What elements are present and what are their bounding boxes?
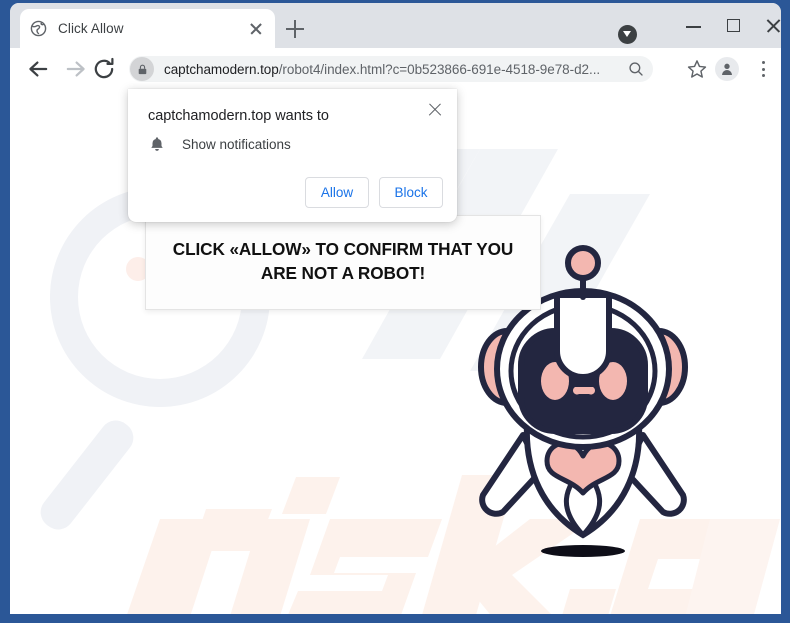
url-path: /robot4/index.html?c=0b523866-691e-4518-…: [278, 61, 601, 77]
address-bar[interactable]: captchamodern.top/robot4/index.html?c=0b…: [129, 56, 653, 82]
globe-icon: [30, 20, 47, 37]
arrow-left-icon: [29, 61, 48, 77]
download-icon[interactable]: [618, 25, 637, 44]
tab-click-allow[interactable]: Click Allow: [20, 9, 275, 48]
new-tab-button[interactable]: [282, 16, 308, 42]
back-button[interactable]: [24, 55, 52, 83]
speech-bubble-line-1: CLICK «ALLOW» TO CONFIRM THAT YOU: [172, 239, 514, 259]
menu-dot: [762, 61, 766, 65]
arrow-right-icon: [66, 61, 85, 77]
browser-menu-button[interactable]: [752, 57, 774, 81]
search-icon[interactable]: [627, 60, 645, 78]
allow-button[interactable]: Allow: [305, 177, 369, 208]
address-bar-text: captchamodern.top/robot4/index.html?c=0b…: [164, 62, 653, 77]
speech-bubble: CLICK «ALLOW» TO CONFIRM THAT YOU ARE NO…: [145, 215, 541, 310]
permission-request-row: Show notifications: [148, 135, 291, 153]
window-maximize-button[interactable]: [712, 11, 756, 41]
close-icon[interactable]: [247, 20, 265, 38]
browser-toolbar: captchamodern.top/robot4/index.html?c=0b…: [10, 48, 781, 90]
mascot-mouth: [572, 387, 596, 395]
mascot-shadow: [541, 545, 625, 557]
mascot-antenna-ball: [565, 245, 601, 281]
avatar[interactable]: [715, 57, 739, 81]
reload-icon: [94, 57, 114, 79]
browser-window: Click Allow captchamodern.top/robot4/ind…: [0, 0, 790, 623]
menu-dot: [762, 74, 766, 78]
block-button[interactable]: Block: [379, 177, 443, 208]
permission-dialog-title: captchamodern.top wants to: [148, 108, 329, 124]
forward-button[interactable]: [62, 55, 90, 83]
reload-button[interactable]: [90, 55, 118, 83]
lock-icon[interactable]: [130, 57, 154, 81]
person-icon: [722, 63, 732, 75]
star-glyph: [687, 60, 707, 78]
permission-request-label: Show notifications: [182, 136, 291, 152]
speech-bubble-text: CLICK «ALLOW» TO CONFIRM THAT YOU ARE NO…: [170, 237, 516, 286]
mascot-visor-strip: [554, 292, 612, 380]
permission-dialog-actions: Allow Block: [305, 177, 443, 208]
tab-strip: Click Allow: [10, 3, 781, 48]
tab-title: Click Allow: [58, 21, 124, 36]
close-icon[interactable]: [424, 99, 446, 121]
speech-bubble-line-2: ARE NOT A ROBOT!: [260, 263, 426, 284]
lock-glyph: [138, 64, 146, 74]
browser-window-inner: Click Allow captchamodern.top/robot4/ind…: [10, 3, 781, 614]
notification-permission-dialog: captchamodern.top wants to Show notifica…: [128, 89, 457, 222]
url-host: captchamodern.top: [164, 61, 279, 77]
bell-icon: [151, 137, 163, 151]
window-close-button[interactable]: [752, 11, 781, 41]
menu-dot: [762, 67, 766, 71]
window-minimize-button[interactable]: [672, 11, 716, 41]
bookmark-star-icon[interactable]: [686, 58, 708, 80]
